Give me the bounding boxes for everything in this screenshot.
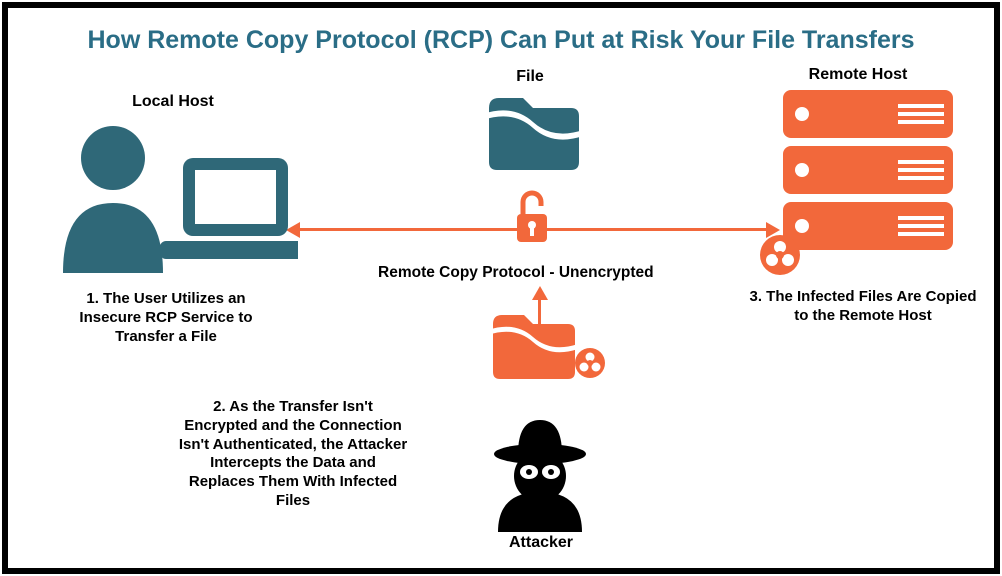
server-stack-icon xyxy=(778,86,963,261)
step3-caption: 3. The Infected Files Are Copied to the … xyxy=(748,288,978,326)
step1-caption: 1. The User Utilizes an Insecure RCP Ser… xyxy=(56,290,276,346)
attacker-label: Attacker xyxy=(496,534,586,552)
user-laptop-icon xyxy=(48,113,298,278)
local-host-label: Local Host xyxy=(103,93,243,111)
folder-icon xyxy=(483,90,583,175)
step2-caption: 2. As the Transfer Isn't Encrypted and t… xyxy=(178,398,408,511)
page-title: How Remote Copy Protocol (RCP) Can Put a… xyxy=(8,26,994,55)
biohazard-icon-small xyxy=(573,346,607,380)
attacker-icon xyxy=(478,410,603,535)
open-padlock-icon xyxy=(511,188,553,248)
diagram-canvas: How Remote Copy Protocol (RCP) Can Put a… xyxy=(8,8,994,568)
folder-infected-icon xyxy=(488,308,578,383)
remote-host-label: Remote Host xyxy=(778,66,938,84)
biohazard-icon xyxy=(758,233,802,277)
file-label: File xyxy=(500,68,560,86)
rcp-unencrypted-label: Remote Copy Protocol - Unencrypted xyxy=(378,264,654,282)
